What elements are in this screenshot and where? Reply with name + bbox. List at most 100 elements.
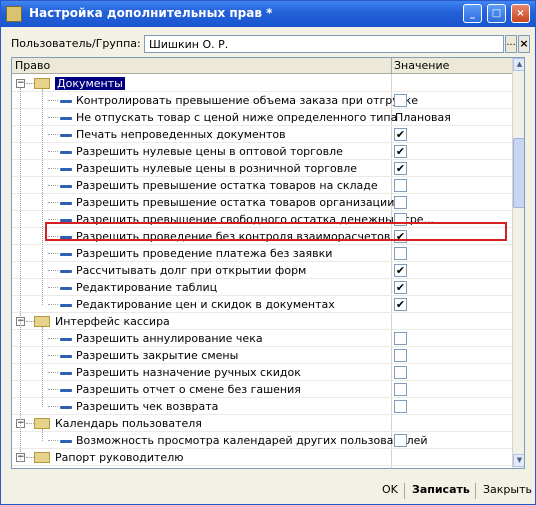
table-header: Право Значение: [12, 58, 512, 74]
tree-item-row[interactable]: Редактирование таблиц ✔: [12, 279, 512, 296]
close-button[interactable]: Закрыть: [483, 483, 532, 496]
clear-user-button[interactable]: ×: [518, 35, 530, 53]
tree-item-row[interactable]: Рассчитывать долг при открытии форм ✔: [12, 262, 512, 279]
checkbox-unchecked[interactable]: [394, 349, 407, 362]
checkbox-checked[interactable]: ✔: [394, 298, 407, 311]
right-label: Разрешить отчет о смене без гашения: [76, 383, 301, 396]
tree-item-row[interactable]: Разрешить отчет о смене без гашения: [12, 381, 512, 398]
right-label: Разрешить назначение ручных скидок: [76, 366, 301, 379]
group-label: Рапорт руководителю: [55, 451, 184, 464]
tree-item-row[interactable]: Разрешить чек возврата: [12, 398, 512, 415]
tree-item-row[interactable]: Разрешить превышение свободного остатка …: [12, 211, 512, 228]
right-item-icon: [60, 219, 72, 222]
column-header-value[interactable]: Значение: [394, 59, 449, 72]
tree-item-row[interactable]: Разрешить закрытие смены: [12, 347, 512, 364]
folder-icon: [34, 452, 50, 463]
tree-item-row[interactable]: Разрешить аннулирование чека: [12, 330, 512, 347]
tree-item-row[interactable]: Разрешить назначение ручных скидок: [12, 364, 512, 381]
save-button[interactable]: Записать: [412, 483, 470, 496]
checkbox-checked[interactable]: ✔: [394, 264, 407, 277]
value-field[interactable]: Плановая: [395, 111, 451, 124]
right-item-icon: [60, 253, 72, 256]
tree-item-row[interactable]: Разрешить проведение платежа без заявки: [12, 245, 512, 262]
scroll-down-arrow-icon[interactable]: ▼: [513, 454, 524, 467]
checkbox-checked[interactable]: ✔: [394, 230, 407, 243]
folder-icon: [34, 316, 50, 327]
checkbox-unchecked[interactable]: [394, 400, 407, 413]
group-label: Документы: [55, 77, 125, 90]
right-item-icon: [60, 270, 72, 273]
checkbox-unchecked[interactable]: [394, 179, 407, 192]
right-item-icon: [60, 202, 72, 205]
title-bar[interactable]: Настройка дополнительных прав * _ □ ×: [1, 1, 535, 27]
collapse-toggle-icon[interactable]: −: [16, 79, 25, 88]
right-item-icon: [60, 304, 72, 307]
right-label: Разрешить закрытие смены: [76, 349, 239, 362]
right-item-icon: [60, 185, 72, 188]
right-label: Не отпускать товар с ценой ниже определе…: [76, 111, 398, 124]
right-item-icon: [60, 151, 72, 154]
rights-settings-window: Настройка дополнительных прав * _ □ × По…: [0, 0, 536, 505]
vertical-scrollbar[interactable]: ▲ ▼: [512, 58, 524, 468]
right-item-icon: [60, 117, 72, 120]
tree-item-row[interactable]: Не отпускать товар с ценой ниже определе…: [12, 109, 512, 126]
right-label: Редактирование цен и скидок в документах: [76, 298, 335, 311]
right-label: Разрешить нулевые цены в розничной торго…: [76, 162, 357, 175]
folder-icon: [34, 78, 50, 89]
close-window-button[interactable]: ×: [511, 4, 530, 23]
right-label: Разрешить нулевые цены в оптовой торговл…: [76, 145, 343, 158]
select-user-button[interactable]: ...: [505, 35, 517, 53]
minimize-button[interactable]: _: [463, 4, 482, 23]
checkbox-unchecked[interactable]: [394, 196, 407, 209]
folder-icon: [34, 418, 50, 429]
tree-item-row[interactable]: Разрешить проведение без контроля взаимо…: [12, 228, 512, 245]
tree-item-row[interactable]: Редактирование цен и скидок в документах…: [12, 296, 512, 313]
right-item-icon: [60, 406, 72, 409]
app-icon: [6, 6, 22, 22]
footer-buttons: OK Записать Закрыть: [1, 479, 535, 504]
right-item-icon: [60, 355, 72, 358]
tree-item-row[interactable]: Возможность просмотра календарей других …: [12, 432, 512, 449]
right-label: Разрешить превышение остатка товаров на …: [76, 179, 378, 192]
right-label: Контролировать превышение объема заказа …: [76, 94, 419, 107]
right-item-icon: [60, 389, 72, 392]
right-item-icon: [60, 100, 72, 103]
checkbox-unchecked[interactable]: [394, 383, 407, 396]
scroll-up-arrow-icon[interactable]: ▲: [513, 58, 524, 71]
checkbox-unchecked[interactable]: [394, 247, 407, 260]
right-item-icon: [60, 236, 72, 239]
right-label: Печать непроведенных документов: [76, 128, 286, 141]
checkbox-unchecked[interactable]: [394, 366, 407, 379]
scroll-thumb[interactable]: [513, 138, 524, 208]
tree-item-row[interactable]: Разрешить превышение остатка товаров орг…: [12, 194, 512, 211]
checkbox-unchecked[interactable]: [394, 434, 407, 447]
right-label: Разрешить проведение платежа без заявки: [76, 247, 333, 260]
checkbox-checked[interactable]: ✔: [394, 162, 407, 175]
tree-item-row[interactable]: Печать непроведенных документов ✔: [12, 126, 512, 143]
right-item-icon: [60, 338, 72, 341]
checkbox-checked[interactable]: ✔: [394, 128, 407, 141]
user-group-row: Пользователь/Группа: Шишкин О. Р. ... ×: [11, 35, 530, 53]
ok-button[interactable]: OK: [382, 483, 398, 496]
user-group-field[interactable]: Шишкин О. Р.: [144, 35, 504, 53]
tree-item-row[interactable]: Разрешить нулевые цены в оптовой торговл…: [12, 143, 512, 160]
checkbox-unchecked[interactable]: [394, 213, 407, 226]
tree-item-row[interactable]: Разрешить превышение остатка товаров на …: [12, 177, 512, 194]
checkbox-unchecked[interactable]: [394, 94, 407, 107]
tree-item-row[interactable]: Разрешить нулевые цены в розничной торго…: [12, 160, 512, 177]
tree-item-row[interactable]: Контролировать превышение объема заказа …: [12, 92, 512, 109]
checkbox-checked[interactable]: ✔: [394, 281, 407, 294]
tree-group-row[interactable]: − Интерфейс кассира: [12, 313, 512, 330]
user-group-label: Пользователь/Группа:: [11, 37, 141, 50]
tree-group-row[interactable]: − Календарь пользователя: [12, 415, 512, 432]
tree-group-row[interactable]: − Рапорт руководителю: [12, 449, 512, 466]
group-label: Календарь пользователя: [55, 417, 202, 430]
checkbox-unchecked[interactable]: [394, 332, 407, 345]
column-header-right[interactable]: Право: [15, 59, 50, 72]
maximize-button[interactable]: □: [487, 4, 506, 23]
right-label: Разрешить проведение без контроля взаимо…: [76, 230, 391, 243]
right-label: Разрешить чек возврата: [76, 400, 219, 413]
right-label: Редактирование таблиц: [76, 281, 218, 294]
tree-group-row[interactable]: − Документы: [12, 75, 512, 92]
checkbox-checked[interactable]: ✔: [394, 145, 407, 158]
